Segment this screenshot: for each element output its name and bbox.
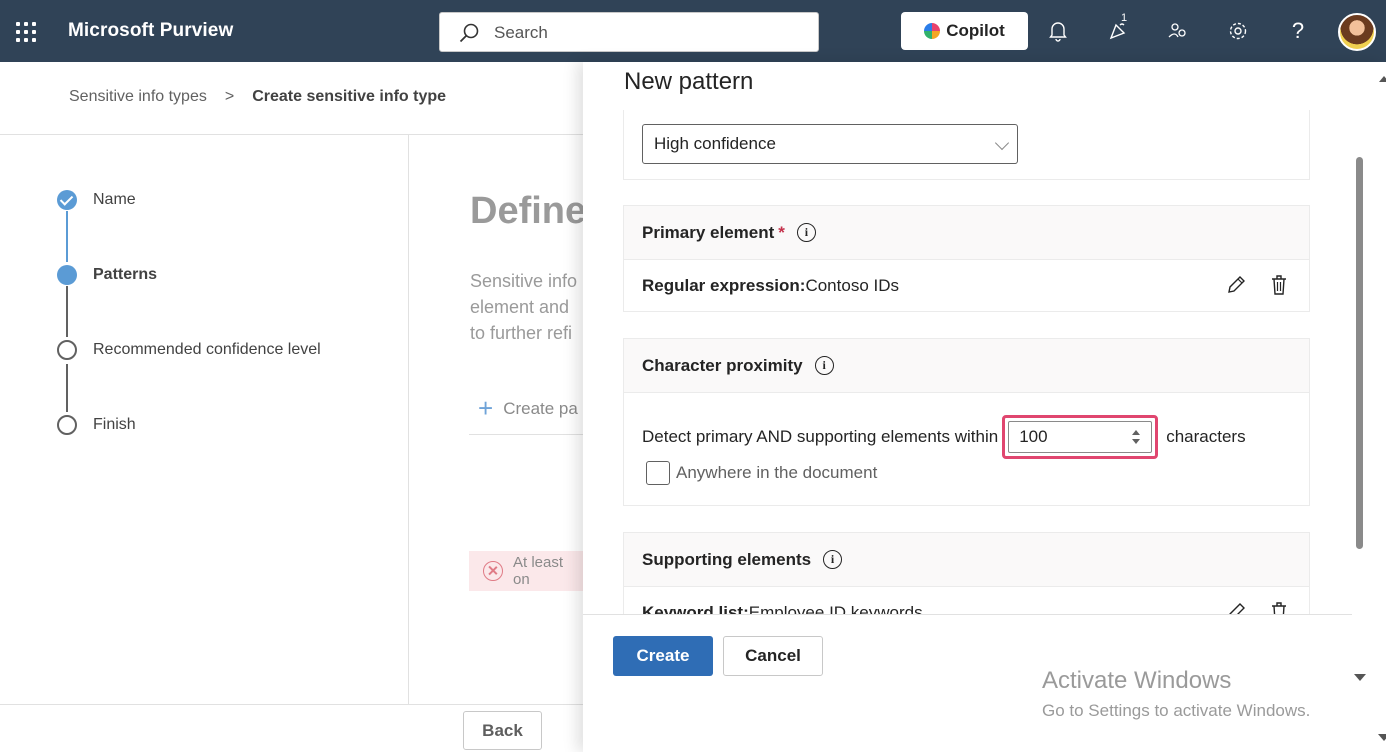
primary-element-row: Regular expression: Contoso IDs <box>624 260 1309 312</box>
panel-footer: Create Cancel Activate Windows Go to Set… <box>583 614 1352 752</box>
copilot-icon <box>924 23 941 39</box>
back-button[interactable]: Back <box>463 711 542 750</box>
page-title: Define <box>470 190 587 232</box>
wizard-step-confidence[interactable]: Recommended confidence level <box>57 340 321 360</box>
breadcrumb-current: Create sensitive info type <box>252 88 447 105</box>
step-connector <box>66 211 68 262</box>
current-step-icon <box>57 265 77 285</box>
watermark-subtitle: Go to Settings to activate Windows. <box>1042 701 1311 720</box>
scroll-up-icon[interactable] <box>1379 76 1386 82</box>
create-pattern-button[interactable]: + Create pa <box>478 393 578 424</box>
proximity-row: Detect primary AND supporting elements w… <box>642 415 1246 459</box>
breadcrumb-parent[interactable]: Sensitive info types <box>69 88 207 106</box>
copilot-button[interactable]: Copilot <box>901 12 1028 50</box>
proximity-suffix: characters <box>1166 427 1246 446</box>
search-icon <box>459 23 479 43</box>
create-pattern-label: Create pa <box>503 398 578 418</box>
wizard-step-name[interactable]: Name <box>57 190 136 210</box>
notification-badge: 1 <box>1121 12 1128 24</box>
activate-windows-watermark: Activate Windows Go to Settings to activ… <box>1042 667 1310 721</box>
element-value: Contoso IDs <box>805 276 899 295</box>
primary-element-section: Primary element * i Regular expression: … <box>623 205 1310 312</box>
required-mark: * <box>778 222 785 242</box>
cancel-button[interactable]: Cancel <box>723 636 823 676</box>
chevron-down-icon <box>994 135 1010 151</box>
section-title: Primary element <box>642 222 775 242</box>
watermark-title: Activate Windows <box>1042 667 1232 694</box>
divider <box>469 434 583 435</box>
element-type: Regular expression: <box>642 276 806 295</box>
info-icon[interactable]: i <box>796 223 816 242</box>
divider <box>0 704 583 705</box>
scrollbar-thumb[interactable] <box>1356 157 1363 549</box>
create-button[interactable]: Create <box>613 636 713 676</box>
panel-scrollbar[interactable] <box>1352 62 1386 752</box>
delete-icon[interactable] <box>1269 274 1289 296</box>
checkmark-icon <box>57 190 77 210</box>
copilot-label: Copilot <box>946 21 1005 40</box>
step-label: Recommended confidence level <box>93 341 321 358</box>
row-actions <box>1225 274 1289 296</box>
top-bar: Microsoft Purview Copilot 1 ? <box>0 0 1386 62</box>
wizard-step-patterns[interactable]: Patterns <box>57 265 157 285</box>
breadcrumb: Sensitive info types > Create sensitive … <box>69 88 446 106</box>
section-header: Character proximity i <box>624 339 1309 393</box>
info-icon[interactable]: i <box>814 356 834 375</box>
step-connector <box>66 286 68 337</box>
whats-new-icon[interactable]: 1 <box>1105 12 1131 44</box>
info-icon[interactable]: i <box>823 550 843 569</box>
error-message: At least on <box>469 551 583 591</box>
character-proximity-section: Character proximity i Detect primary AND… <box>623 338 1310 506</box>
confidence-dropdown[interactable]: High confidence <box>642 124 1018 164</box>
section-header: Primary element * i <box>624 206 1309 260</box>
anywhere-label: Anywhere in the document <box>676 463 878 482</box>
step-label: Finish <box>93 416 136 433</box>
proximity-highlight <box>1002 415 1159 459</box>
scroll-down-icon[interactable] <box>1378 734 1386 741</box>
notifications-icon[interactable] <box>1045 18 1071 44</box>
edit-icon[interactable] <box>1225 274 1247 296</box>
anywhere-checkbox-row[interactable]: Anywhere in the document <box>646 461 877 485</box>
anywhere-checkbox[interactable] <box>646 461 670 485</box>
plus-icon: + <box>478 393 494 423</box>
new-pattern-panel: New pattern High confidence Primary elem… <box>583 62 1386 752</box>
divider <box>0 134 583 135</box>
pending-step-icon <box>57 415 77 435</box>
app-launcher-icon[interactable] <box>16 22 38 42</box>
step-label: Name <box>93 191 136 208</box>
section-header: Supporting elements i <box>624 533 1309 587</box>
step-label: Patterns <box>93 266 158 283</box>
scroll-down-icon[interactable] <box>1354 674 1366 681</box>
divider <box>408 135 409 705</box>
avatar[interactable] <box>1338 13 1376 51</box>
panel-title: New pattern <box>624 68 754 95</box>
pending-step-icon <box>57 340 77 360</box>
error-icon <box>483 561 503 581</box>
wizard-step-finish[interactable]: Finish <box>57 415 136 435</box>
section-title: Character proximity <box>642 355 803 375</box>
spinner-arrows-icon[interactable] <box>1131 430 1141 446</box>
help-icon[interactable]: ? <box>1285 18 1311 44</box>
proximity-prefix: Detect primary AND supporting elements w… <box>642 427 999 446</box>
search-box[interactable] <box>439 12 819 52</box>
confidence-value: High confidence <box>654 134 776 153</box>
step-connector <box>66 364 68 412</box>
breadcrumb-separator: > <box>224 88 235 105</box>
section-title: Supporting elements <box>642 549 812 569</box>
app-title[interactable]: Microsoft Purview <box>68 20 233 42</box>
settings-icon[interactable] <box>1225 18 1251 44</box>
search-input[interactable] <box>494 21 794 45</box>
community-icon[interactable] <box>1165 18 1191 44</box>
confidence-section: High confidence <box>623 110 1310 180</box>
error-text: At least on <box>513 554 564 588</box>
